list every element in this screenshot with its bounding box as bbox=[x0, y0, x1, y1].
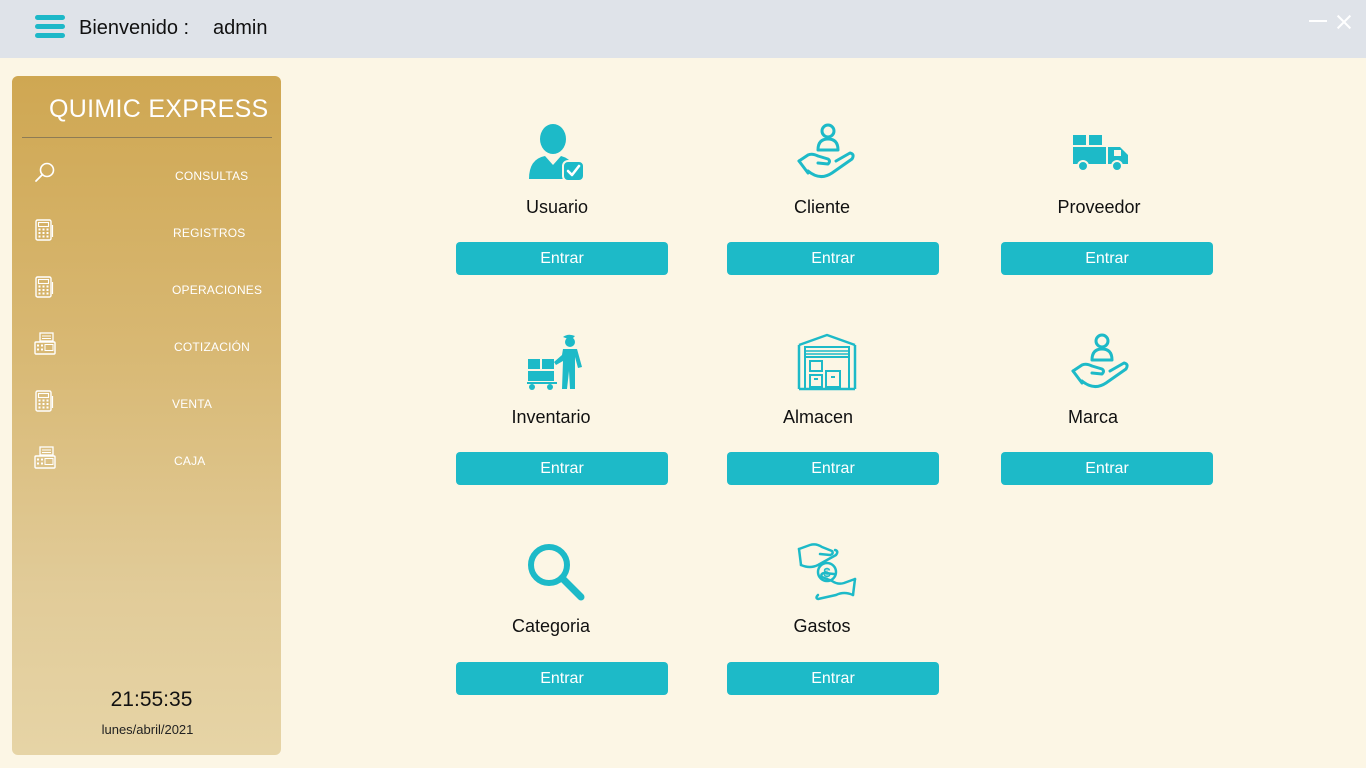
clock-date: lunes/abril/2021 bbox=[101, 722, 194, 737]
almacen-enter-button[interactable]: Entrar bbox=[727, 452, 939, 485]
sidebar-item-venta[interactable]: VENTA bbox=[22, 380, 272, 424]
warehouse-icon bbox=[797, 333, 857, 391]
delivery-truck-icon bbox=[1073, 135, 1128, 172]
sidebar-item-operaciones[interactable]: OPERACIONES bbox=[22, 266, 272, 310]
clock-time: 21:55:35 bbox=[110, 688, 193, 711]
sidebar: QUIMIC EXPRESS CONSULTAS REGISTROS OPERA… bbox=[12, 76, 281, 755]
categoria-enter-button[interactable]: Entrar bbox=[456, 662, 668, 695]
sidebar-item-cotizacion[interactable]: COTIZACIÓN bbox=[22, 323, 272, 367]
usuario-enter-button[interactable]: Entrar bbox=[456, 242, 668, 275]
money-exchange-icon: $ bbox=[797, 543, 857, 601]
sidebar-item-label: OPERACIONES bbox=[172, 283, 263, 297]
cash-register-icon bbox=[34, 446, 56, 469]
module-title-inventario: Inventario bbox=[511, 407, 591, 427]
client-hand-icon bbox=[797, 123, 855, 178]
calculator-icon bbox=[35, 276, 54, 298]
user-check-icon bbox=[529, 124, 585, 182]
sidebar-item-caja[interactable]: CAJA bbox=[22, 437, 272, 481]
search-icon bbox=[35, 162, 55, 182]
minimize-icon[interactable] bbox=[1308, 12, 1328, 30]
sidebar-item-label: REGISTROS bbox=[173, 226, 246, 240]
hamburger-menu-icon[interactable] bbox=[35, 15, 65, 39]
username-label: admin bbox=[213, 17, 268, 39]
module-title-gastos: Gastos bbox=[793, 616, 851, 636]
inventario-enter-button[interactable]: Entrar bbox=[456, 452, 668, 485]
module-title-almacen: Almacen bbox=[782, 407, 854, 427]
calculator-icon bbox=[35, 219, 54, 241]
gastos-enter-button[interactable]: Entrar bbox=[727, 662, 939, 695]
module-title-marca: Marca bbox=[1067, 407, 1118, 427]
module-title-proveedor: Proveedor bbox=[1057, 197, 1141, 217]
proveedor-enter-button[interactable]: Entrar bbox=[1001, 242, 1213, 275]
sidebar-item-label: COTIZACIÓN bbox=[174, 340, 250, 354]
magnifier-icon bbox=[528, 544, 585, 601]
sidebar-item-label: CAJA bbox=[174, 454, 206, 468]
brand-hand-icon bbox=[1071, 333, 1129, 388]
sidebar-item-registros[interactable]: REGISTROS bbox=[22, 209, 272, 253]
top-bar: Bienvenido : admin bbox=[0, 0, 1366, 58]
marca-enter-button[interactable]: Entrar bbox=[1001, 452, 1213, 485]
module-title-usuario: Usuario bbox=[525, 197, 589, 217]
brand-divider bbox=[22, 137, 272, 138]
cash-register-icon bbox=[34, 332, 56, 355]
module-title-categoria: Categoria bbox=[511, 616, 591, 636]
close-icon[interactable] bbox=[1334, 12, 1354, 32]
brand-title: QUIMIC EXPRESS bbox=[49, 95, 269, 123]
welcome-label: Bienvenido : bbox=[79, 17, 190, 39]
cliente-enter-button[interactable]: Entrar bbox=[727, 242, 939, 275]
sidebar-item-label: VENTA bbox=[172, 397, 213, 411]
calculator-icon bbox=[35, 390, 54, 412]
module-title-cliente: Cliente bbox=[793, 197, 851, 217]
sidebar-item-consultas[interactable]: CONSULTAS bbox=[22, 152, 272, 196]
worker-cart-icon bbox=[527, 334, 582, 390]
sidebar-item-label: CONSULTAS bbox=[175, 169, 249, 183]
